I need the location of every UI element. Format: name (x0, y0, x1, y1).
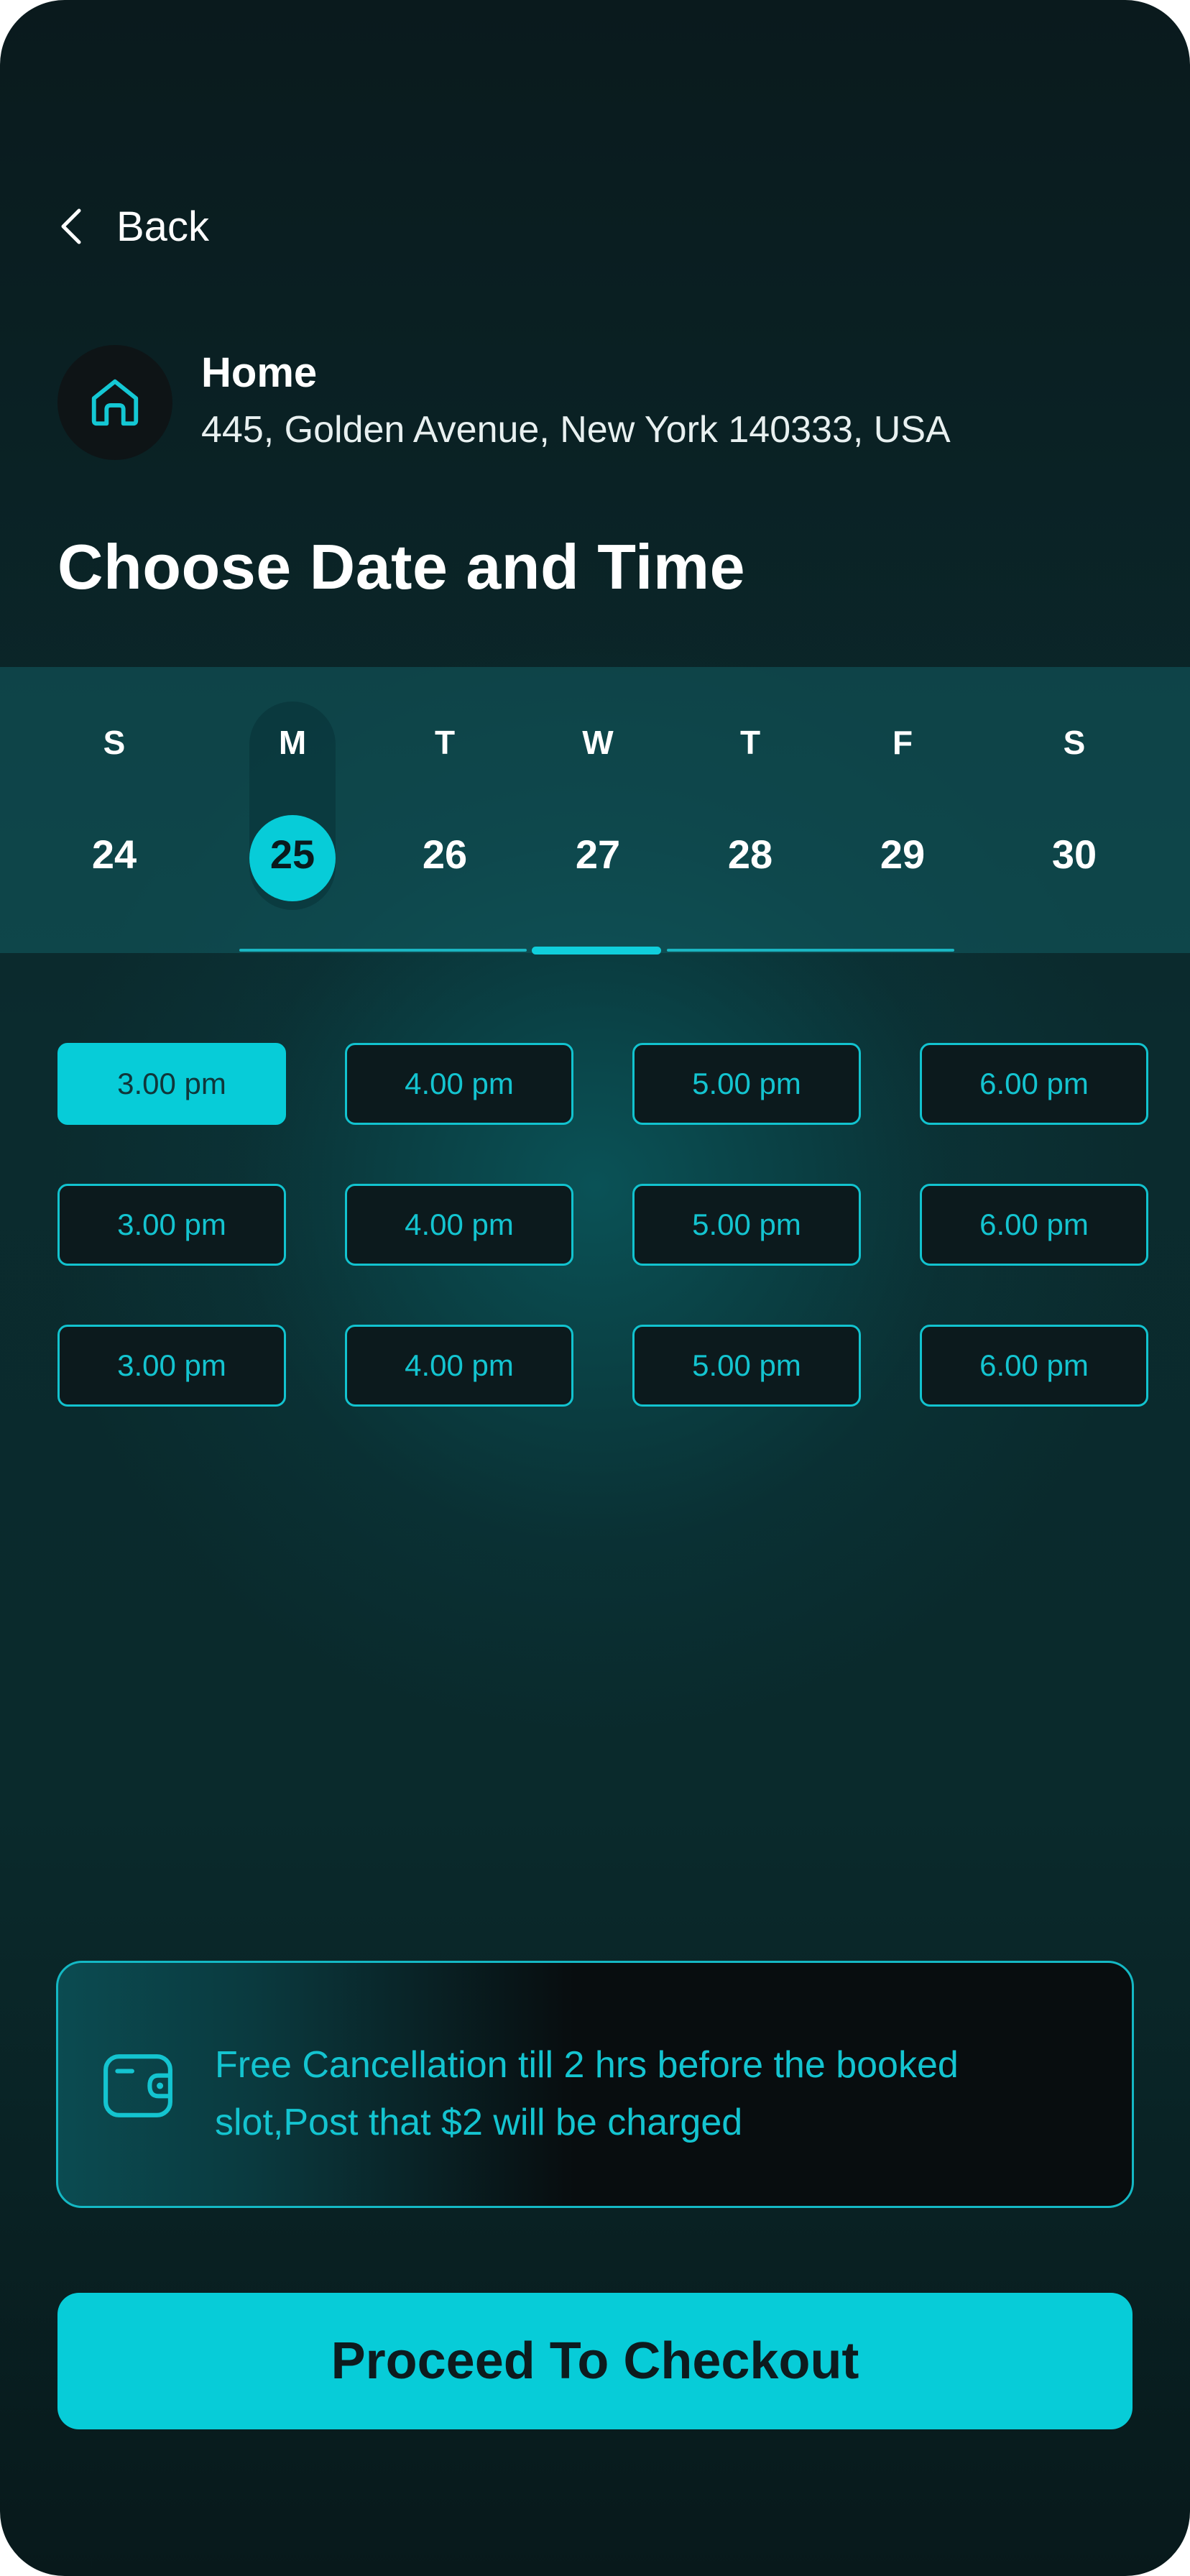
address-line: 445, Golden Avenue, New York 140333, USA (201, 409, 951, 451)
page-title: Choose Date and Time (57, 531, 746, 602)
day-letter: F (892, 724, 913, 761)
time-slot[interactable]: 5.00 pm (632, 1043, 861, 1125)
time-slot[interactable]: 4.00 pm (345, 1043, 573, 1125)
day-number: 29 (880, 832, 926, 877)
day-letter: S (103, 724, 126, 761)
booking-screen: Back Home 445, Golden Avenue, New York 1… (0, 0, 1190, 2576)
time-slot[interactable]: 4.00 pm (345, 1184, 573, 1266)
day-number: 26 (422, 832, 468, 877)
day-number: 30 (1051, 832, 1097, 877)
date-picker: S 24 M 25 T 26 W 27 T 28 F 29 S 30 (0, 667, 1190, 954)
time-slot[interactable]: 3.00 pm (57, 1325, 286, 1407)
day-number: 24 (91, 832, 137, 877)
day-letter: T (739, 724, 761, 761)
week-scroll-track-left (239, 949, 527, 952)
time-slot[interactable]: 3.00 pm (57, 1184, 286, 1266)
time-slot[interactable]: 5.00 pm (632, 1184, 861, 1266)
address-title: Home (201, 349, 318, 396)
cancellation-info-card: Free Cancellation till 2 hrs before the … (56, 1961, 1134, 2208)
address-avatar (57, 345, 172, 460)
back-button[interactable]: Back (57, 201, 209, 252)
week-scroll-indicator[interactable] (532, 947, 661, 954)
day-letter: S (1063, 724, 1086, 761)
cancellation-info-text: Free Cancellation till 2 hrs before the … (215, 2044, 959, 2143)
wallet-icon (103, 2054, 172, 2117)
day-letter: M (278, 724, 307, 761)
day-number: 28 (727, 832, 773, 877)
time-slot[interactable]: 6.00 pm (920, 1184, 1148, 1266)
proceed-to-checkout-button[interactable]: Proceed To Checkout (57, 2293, 1133, 2429)
time-slot[interactable]: 5.00 pm (632, 1325, 861, 1407)
time-slot[interactable]: 6.00 pm (920, 1043, 1148, 1125)
time-slot[interactable]: 4.00 pm (345, 1325, 573, 1407)
home-icon (91, 379, 139, 426)
time-slot[interactable]: 6.00 pm (920, 1325, 1148, 1407)
chevron-left-icon (61, 208, 81, 244)
time-slot-selected[interactable]: 3.00 pm (57, 1043, 286, 1125)
day-letter: W (582, 724, 614, 761)
day-letter: T (434, 724, 456, 761)
day-number: 25 (269, 832, 315, 877)
week-scroll-track-right (667, 949, 954, 952)
back-label: Back (116, 203, 209, 250)
day-number: 27 (575, 832, 621, 877)
